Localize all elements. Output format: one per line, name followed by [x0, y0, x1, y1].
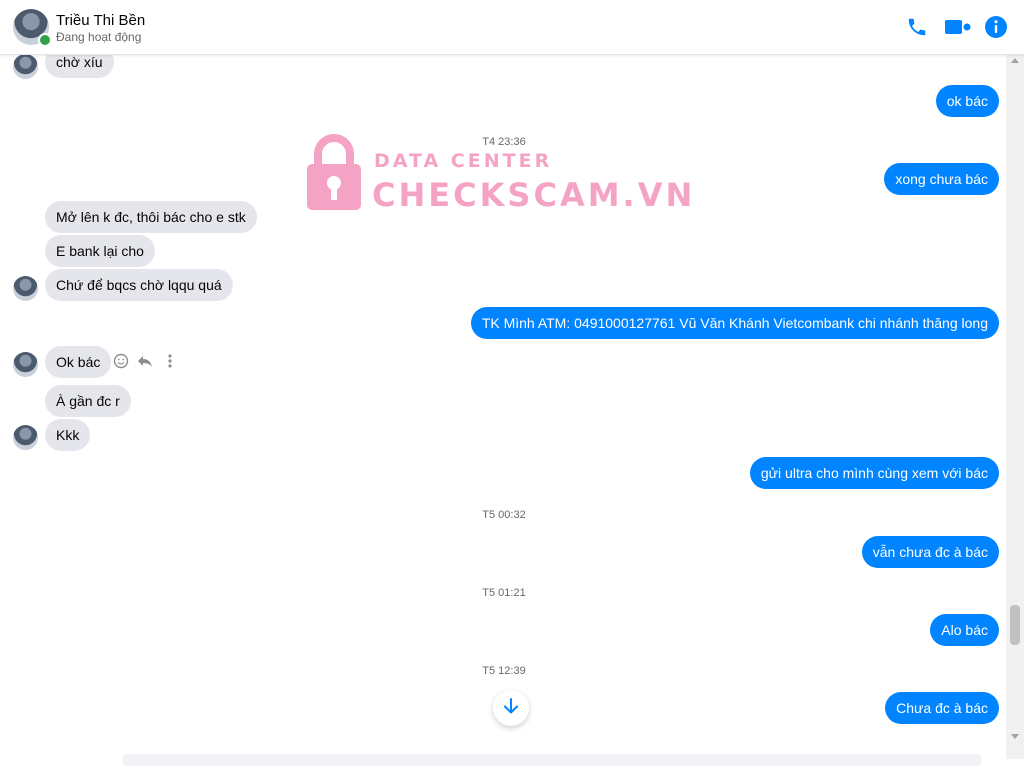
online-status-dot	[38, 33, 52, 47]
contact-name[interactable]: Triều Thi Bền	[56, 12, 145, 29]
timestamp: T5 01:21	[482, 587, 526, 599]
arrow-down-icon	[502, 697, 520, 720]
scrollbar[interactable]	[1006, 54, 1024, 759]
sender-avatar[interactable]	[13, 276, 38, 301]
scroll-to-bottom-button[interactable]	[493, 690, 529, 726]
watermark-subtitle: DATA CENTER	[374, 150, 553, 172]
message-incoming[interactable]: Chứ để bqcs chờ lqqu quá	[45, 269, 233, 301]
scroll-down-arrow[interactable]	[1011, 734, 1019, 739]
message-composer[interactable]	[122, 754, 982, 766]
sender-avatar[interactable]	[13, 352, 38, 377]
timestamp: T5 00:32	[482, 509, 526, 521]
message-incoming[interactable]: Kkk	[45, 419, 91, 451]
message-outgoing[interactable]: Chưa đc à bác	[885, 692, 999, 724]
phone-icon[interactable]	[904, 14, 930, 40]
contact-status: Đang hoạt động	[56, 30, 142, 44]
message-outgoing[interactable]: Alo bác	[930, 614, 999, 646]
message-incoming[interactable]: Mở lên k đc, thôi bác cho e stk	[45, 201, 257, 233]
watermark-title: CHECKSCAM.VN	[372, 176, 696, 214]
message-outgoing[interactable]: TK Mình ATM: 0491000127761 Vũ Văn Khánh …	[470, 307, 999, 339]
video-call-icon[interactable]	[943, 14, 973, 40]
message-outgoing[interactable]: vẫn chưa đc à bác	[861, 536, 999, 568]
conversation-header: Triều Thi Bền Đang hoạt động	[0, 0, 1024, 55]
emoji-icon[interactable]	[113, 353, 129, 374]
info-icon[interactable]	[983, 14, 1009, 40]
message-incoming[interactable]: Ok bác	[45, 346, 112, 378]
message-outgoing[interactable]: ok bác	[935, 85, 999, 117]
timestamp: T5 12:39	[482, 665, 526, 677]
message-incoming[interactable]: E bank lại cho	[45, 235, 155, 267]
sender-avatar[interactable]	[13, 425, 38, 450]
scrollbar-thumb[interactable]	[1010, 605, 1020, 645]
more-icon[interactable]	[167, 353, 173, 374]
reply-icon[interactable]	[137, 353, 153, 374]
message-incoming[interactable]: À gần đc r	[45, 385, 131, 417]
sender-avatar[interactable]	[13, 54, 38, 79]
message-outgoing[interactable]: xong chưa bác	[884, 163, 999, 195]
timestamp: T4 23:36	[482, 136, 526, 148]
message-outgoing[interactable]: gửi ultra cho mình cùng xem với bác	[749, 457, 999, 489]
lock-icon	[305, 134, 363, 217]
scroll-up-arrow[interactable]	[1011, 58, 1019, 63]
message-actions	[113, 353, 173, 374]
